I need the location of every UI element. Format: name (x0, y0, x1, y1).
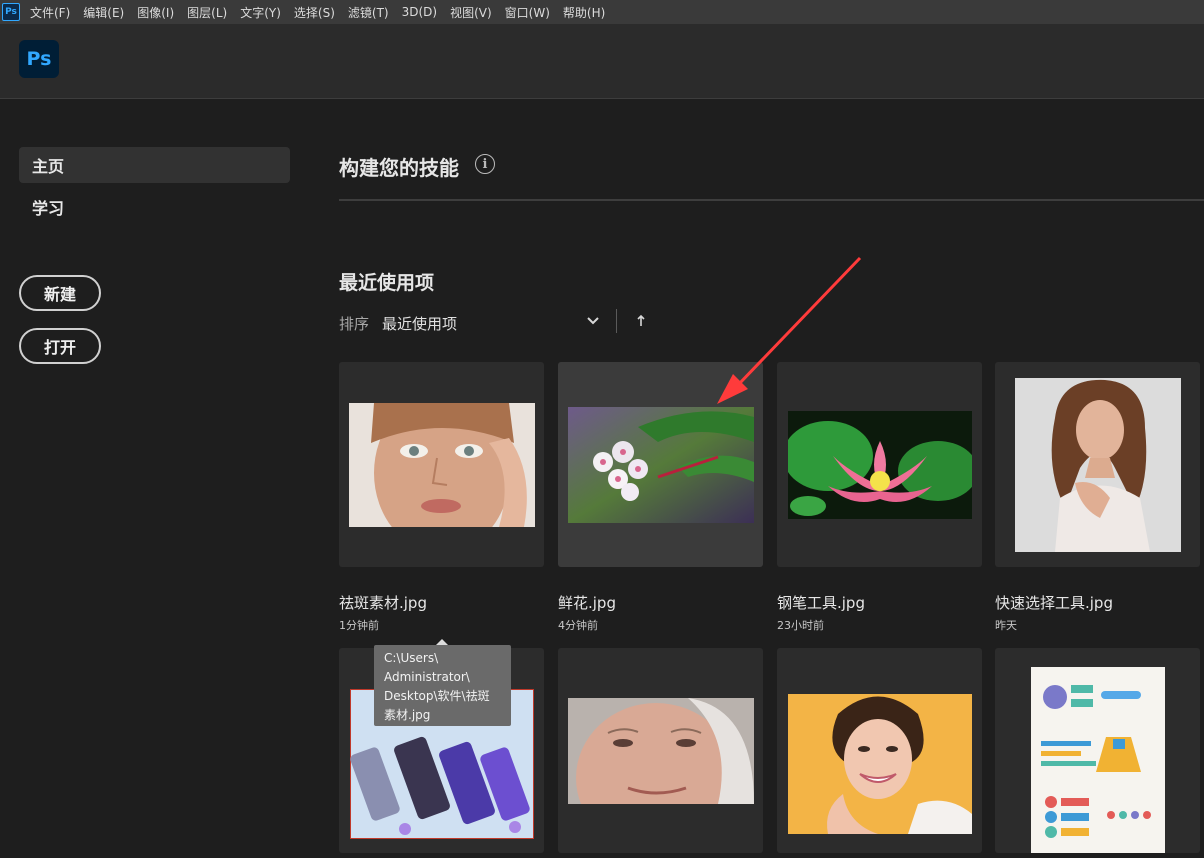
tooltip-line: C:\Users\ (384, 651, 439, 665)
sidebar-item-home[interactable]: 主页 (19, 147, 290, 183)
recent-file-card[interactable] (995, 362, 1200, 567)
file-name[interactable]: 快速选择工具.jpg (995, 592, 1113, 613)
file-name[interactable]: 钢笔工具.jpg (777, 592, 865, 613)
thumbnail-smiling-girl (787, 693, 972, 834)
new-button[interactable]: 新建 (19, 275, 101, 311)
menu-select[interactable]: 选择(S) (294, 4, 335, 21)
file-time: 4分钟前 (558, 619, 598, 632)
menu-3d[interactable]: 3D(D) (402, 5, 437, 19)
menu-edit[interactable]: 编辑(E) (83, 4, 124, 21)
tooltip-line: Desktop\软件\祛斑 (384, 689, 490, 703)
recent-file-card[interactable] (558, 648, 763, 853)
file-name[interactable]: 祛斑素材.jpg (339, 592, 427, 613)
open-button[interactable]: 打开 (19, 328, 101, 364)
sort-ascending-icon[interactable] (634, 313, 648, 329)
tooltip-line: Administrator\ (384, 670, 470, 684)
tooltip-line: 素材.jpg (384, 708, 431, 722)
sidebar-item-learn[interactable]: 学习 (19, 189, 290, 225)
thumbnail-portrait (1014, 377, 1181, 552)
menu-filter[interactable]: 滤镜(T) (348, 4, 389, 21)
chevron-down-icon[interactable] (584, 312, 602, 330)
file-time: 23小时前 (777, 619, 824, 632)
app-icon[interactable]: Ps (2, 3, 20, 21)
thumbnail-flower (567, 406, 754, 523)
recent-file-card[interactable] (339, 362, 544, 567)
section-divider (339, 199, 1204, 201)
menu-help[interactable]: 帮助(H) (563, 4, 605, 21)
recent-title: 最近使用项 (339, 272, 435, 294)
sort-select[interactable]: 最近使用项 (382, 313, 457, 334)
menu-file[interactable]: 文件(F) (30, 4, 70, 21)
thumbnail-lotus (787, 410, 972, 519)
recent-file-card[interactable] (777, 648, 982, 853)
app-header: Ps (0, 24, 1204, 99)
menu-bar: Ps 文件(F) 编辑(E) 图像(I) 图层(L) 文字(Y) 选择(S) 滤… (0, 0, 1204, 24)
photoshop-logo: Ps (19, 40, 59, 78)
file-time: 昨天 (995, 619, 1017, 632)
skills-title: 构建您的技能 (339, 156, 459, 180)
menu-layer[interactable]: 图层(L) (187, 4, 227, 21)
recent-file-card[interactable] (995, 648, 1200, 853)
menu-window[interactable]: 窗口(W) (505, 4, 550, 21)
menu-image[interactable]: 图像(I) (137, 4, 174, 21)
recent-file-card[interactable] (777, 362, 982, 567)
sort-label: 排序 (339, 315, 370, 333)
thumbnail-infographic (1030, 666, 1165, 853)
file-time: 1分钟前 (339, 619, 379, 632)
thumbnail-face (348, 402, 535, 527)
file-name[interactable]: 鲜花.jpg (558, 592, 616, 613)
sort-divider (616, 309, 617, 333)
menu-type[interactable]: 文字(Y) (240, 4, 281, 21)
info-icon[interactable]: i (475, 154, 495, 174)
menu-view[interactable]: 视图(V) (450, 4, 492, 21)
file-path-tooltip: C:\Users\ Administrator\ Desktop\软件\祛斑 素… (374, 645, 511, 726)
recent-file-card[interactable] (558, 362, 763, 567)
thumbnail-elderly-face (567, 697, 754, 804)
